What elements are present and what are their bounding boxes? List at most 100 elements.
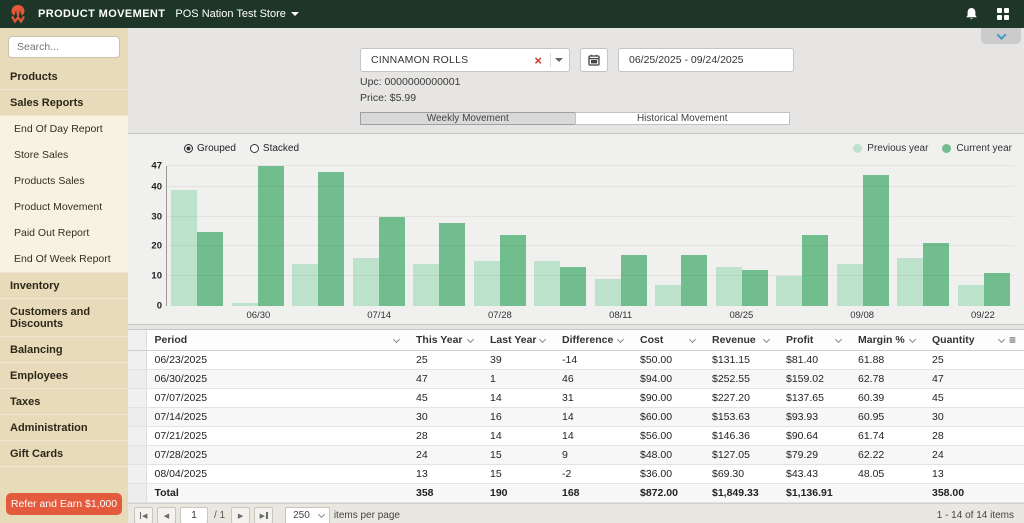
bar-current-year[interactable]: [379, 217, 405, 306]
bar-previous-year[interactable]: [474, 261, 500, 306]
chart-mode-stacked[interactable]: Stacked: [250, 143, 299, 154]
column-header-quantity[interactable]: Quantity≡: [924, 330, 1024, 351]
first-page-button[interactable]: ◀: [134, 507, 153, 523]
sidebar-item-employees[interactable]: Employees: [0, 363, 128, 389]
table-row[interactable]: 07/07/2025451431$90.00$227.20$137.6560.3…: [128, 389, 1024, 408]
bar-current-year[interactable]: [258, 166, 284, 306]
chevron-down-icon[interactable]: [689, 335, 696, 342]
sidebar-subitem-end-of-week-report[interactable]: End Of Week Report: [0, 246, 128, 272]
last-page-button[interactable]: ▶: [254, 507, 273, 523]
column-header-difference[interactable]: Difference: [554, 330, 632, 351]
table-cell: 47: [924, 370, 1024, 389]
date-range-input[interactable]: 06/25/2025 - 09/24/2025: [618, 48, 794, 72]
bar-current-year[interactable]: [560, 267, 586, 306]
sidebar-item-sales-reports[interactable]: Sales Reports: [0, 90, 128, 116]
column-menu-icon[interactable]: ≡: [1009, 333, 1016, 347]
bar-previous-year[interactable]: [292, 264, 318, 306]
prev-page-button[interactable]: ◀: [157, 507, 176, 523]
table-row[interactable]: 06/23/20252539-14$50.00$131.15$81.4061.8…: [128, 351, 1024, 370]
apps-menu-button[interactable]: [992, 3, 1014, 25]
table-row[interactable]: 07/14/2025301614$60.00$153.63$93.9360.95…: [128, 408, 1024, 427]
chevron-down-icon[interactable]: [539, 335, 546, 342]
next-page-button[interactable]: ▶: [231, 507, 250, 523]
x-axis-tick-label: 09/22: [956, 306, 1010, 324]
sidebar-item-administration[interactable]: Administration: [0, 415, 128, 441]
bar-previous-year[interactable]: [958, 285, 984, 306]
bar-current-year[interactable]: [439, 223, 465, 306]
bar-current-year[interactable]: [984, 273, 1010, 306]
sidebar-item-inventory[interactable]: Inventory: [0, 273, 128, 299]
chevron-down-icon: [318, 511, 325, 518]
sidebar-subitem-end-of-day-report[interactable]: End Of Day Report: [0, 116, 128, 142]
bar-current-year[interactable]: [318, 172, 344, 306]
column-header-margin--[interactable]: Margin %: [850, 330, 924, 351]
table-cell: $81.40: [778, 351, 850, 370]
store-selector[interactable]: POS Nation Test Store: [175, 8, 298, 20]
bar-current-year[interactable]: [197, 232, 223, 306]
prev-arrow-icon: ◀: [164, 512, 169, 520]
bar-previous-year[interactable]: [837, 264, 863, 306]
page-size-select[interactable]: 250: [285, 507, 330, 523]
chevron-down-icon[interactable]: [467, 335, 474, 342]
column-header-revenue[interactable]: Revenue: [704, 330, 778, 351]
tab-weekly-movement[interactable]: Weekly Movement: [360, 112, 576, 125]
sidebar-item-customers-and-discounts[interactable]: Customers and Discounts: [0, 299, 128, 337]
bar-previous-year[interactable]: [655, 285, 681, 306]
chevron-down-icon[interactable]: [393, 335, 400, 342]
sidebar-item-balancing[interactable]: Balancing: [0, 337, 128, 363]
chevron-down-icon[interactable]: [617, 335, 624, 342]
x-axis-tick-label: [896, 306, 950, 324]
tab-historical-movement[interactable]: Historical Movement: [575, 112, 791, 125]
row-gutter-cell: [128, 427, 146, 446]
chevron-down-icon[interactable]: [763, 335, 770, 342]
table-row[interactable]: 07/28/202524159$48.00$127.05$79.2962.222…: [128, 446, 1024, 465]
bar-previous-year[interactable]: [776, 276, 802, 306]
table-cell: $79.29: [778, 446, 850, 465]
bar-previous-year[interactable]: [595, 279, 621, 306]
calendar-button[interactable]: [580, 48, 608, 72]
bar-previous-year[interactable]: [716, 267, 742, 306]
chart-mode-grouped[interactable]: Grouped: [184, 143, 236, 154]
page-number-input[interactable]: [180, 507, 208, 523]
sidebar-subitem-product-movement[interactable]: Product Movement: [0, 194, 128, 220]
column-header-period[interactable]: Period: [146, 330, 408, 351]
y-axis-tick-label: 0: [157, 301, 162, 312]
column-header-last-year[interactable]: Last Year: [482, 330, 554, 351]
sidebar-item-gift-cards[interactable]: Gift Cards: [0, 441, 128, 467]
table-row[interactable]: 07/21/2025281414$56.00$146.36$90.6461.74…: [128, 427, 1024, 446]
refer-and-earn-button[interactable]: Refer and Earn $1,000: [6, 493, 122, 515]
y-axis-tick-label: 10: [151, 271, 162, 282]
bar-current-year[interactable]: [681, 255, 707, 306]
sidebar-nav: ProductsSales ReportsEnd Of Day ReportSt…: [0, 64, 128, 467]
bar-previous-year[interactable]: [353, 258, 379, 306]
chevron-down-icon[interactable]: [835, 335, 842, 342]
notifications-button[interactable]: [960, 3, 982, 25]
chevron-down-icon[interactable]: [909, 335, 916, 342]
bar-previous-year[interactable]: [232, 303, 258, 306]
collapse-panel-button[interactable]: [981, 28, 1021, 44]
bar-previous-year[interactable]: [413, 264, 439, 306]
table-row[interactable]: 06/30/202547146$94.00$252.55$159.0262.78…: [128, 370, 1024, 389]
movement-table-panel: PeriodThis YearLast YearDifferenceCostRe…: [128, 329, 1024, 523]
column-header-cost[interactable]: Cost: [632, 330, 704, 351]
sidebar-item-products[interactable]: Products: [0, 64, 128, 90]
sidebar-subitem-paid-out-report[interactable]: Paid Out Report: [0, 220, 128, 246]
gridline: [167, 165, 1014, 166]
search-input[interactable]: [8, 36, 120, 58]
bar-current-year[interactable]: [863, 175, 889, 306]
bar-current-year[interactable]: [621, 255, 647, 306]
sidebar-item-taxes[interactable]: Taxes: [0, 389, 128, 415]
table-cell: -2: [554, 465, 632, 484]
clear-selection-icon[interactable]: ×: [530, 54, 546, 67]
sidebar-subitem-products-sales[interactable]: Products Sales: [0, 168, 128, 194]
sidebar-subitem-store-sales[interactable]: Store Sales: [0, 142, 128, 168]
table-row[interactable]: 08/04/20251315-2$36.00$69.30$43.4348.051…: [128, 465, 1024, 484]
column-header-profit[interactable]: Profit: [778, 330, 850, 351]
bar-previous-year[interactable]: [897, 258, 923, 306]
bar-previous-year[interactable]: [171, 190, 197, 306]
column-header-this-year[interactable]: This Year: [408, 330, 482, 351]
chevron-down-icon[interactable]: [998, 335, 1005, 342]
items-per-page-label: items per page: [334, 510, 400, 521]
bar-previous-year[interactable]: [534, 261, 560, 306]
product-select[interactable]: CINNAMON ROLLS ×: [360, 48, 570, 72]
